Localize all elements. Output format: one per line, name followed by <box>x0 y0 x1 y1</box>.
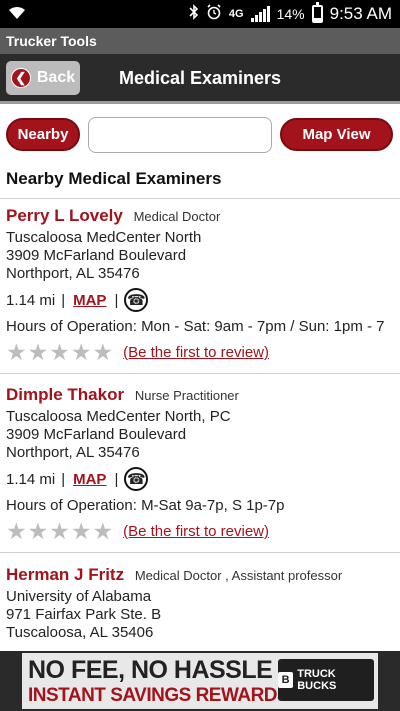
page-title: Medical Examiners <box>118 68 282 88</box>
separator: | <box>61 291 66 309</box>
hours-of-operation: Hours of Operation: M-Sat 9a-7p, S 1p-7p <box>6 497 285 514</box>
city-state-zip: Tuscaloosa, AL 35406 <box>6 624 154 641</box>
battery-icon <box>311 2 323 23</box>
divider <box>0 373 400 374</box>
divider <box>0 552 400 553</box>
rewards-card-image: B TRUCK BUCKS <box>278 659 374 701</box>
list-item[interactable]: Dimple Thakor Nurse Practitioner Tuscalo… <box>6 385 398 543</box>
street-address: 3909 McFarland Boulevard <box>6 426 187 443</box>
examiner-name[interactable]: Herman J Fritz <box>6 565 124 584</box>
map-view-button[interactable]: Map View <box>280 118 393 151</box>
city-state-zip: Northport, AL 35476 <box>6 444 140 461</box>
list-item[interactable]: Herman J Fritz Medical Doctor , Assistan… <box>6 565 398 642</box>
section-heading: Nearby Medical Examiners <box>6 169 222 188</box>
map-link[interactable]: MAP <box>73 292 106 309</box>
city-state-zip: Northport, AL 35476 <box>6 265 140 282</box>
battery-percent: 14% <box>276 6 305 22</box>
facility-name: Tuscaloosa MedCenter North, PC <box>6 408 231 425</box>
map-link[interactable]: MAP <box>73 471 106 488</box>
search-input[interactable] <box>88 117 272 153</box>
ad-banner[interactable]: NO FEE, NO HASSLE INSTANT SAVINGS REWARD… <box>0 651 400 711</box>
star-icon: ★ <box>92 518 114 544</box>
star-icon: ★ <box>6 518 27 544</box>
divider <box>0 198 400 199</box>
ad-content[interactable]: NO FEE, NO HASSLE INSTANT SAVINGS REWARD… <box>22 653 378 709</box>
nav-bar: ❮ Back Medical Examiners <box>0 54 400 104</box>
wifi-icon <box>8 5 26 26</box>
star-icon: ★ <box>49 339 70 365</box>
search-controls: Nearby Map View <box>0 115 400 157</box>
star-icon: ★ <box>49 518 70 544</box>
separator: | <box>114 470 119 488</box>
truck-bucks-logo-icon: B <box>278 672 294 688</box>
star-icon: ★ <box>70 339 92 365</box>
distance: 1.14 mi <box>6 291 56 309</box>
alarm-icon <box>206 4 222 24</box>
street-address: 3909 McFarland Boulevard <box>6 247 187 264</box>
star-icon: ★ <box>27 339 49 365</box>
nearby-button[interactable]: Nearby <box>6 118 80 151</box>
examiner-type: Medical Doctor <box>133 209 221 224</box>
distance: 1.14 mi <box>6 470 56 488</box>
status-time: 9:53 AM <box>329 4 392 23</box>
examiner-type: Medical Doctor , Assistant professor <box>134 568 343 583</box>
star-icon: ★ <box>70 518 92 544</box>
hours-of-operation: Hours of Operation: Mon - Sat: 9am - 7pm… <box>6 318 385 335</box>
separator: | <box>114 291 119 309</box>
separator: | <box>61 470 66 488</box>
lte-icon: 4G <box>228 8 244 20</box>
rating-stars[interactable]: ★ ★ ★ ★ ★ <box>6 520 113 543</box>
status-bar: 4G 14% 9:53 AM <box>0 0 400 28</box>
examiner-type: Nurse Practitioner <box>134 388 239 403</box>
examiner-name[interactable]: Dimple Thakor <box>6 385 124 404</box>
star-icon: ★ <box>6 339 27 365</box>
ad-card-label: TRUCK BUCKS <box>297 668 337 692</box>
star-icon: ★ <box>92 339 114 365</box>
rating-stars[interactable]: ★ ★ ★ ★ ★ <box>6 341 113 364</box>
signal-icon <box>250 6 270 22</box>
list-item[interactable]: Perry L Lovely Medical Doctor Tuscaloosa… <box>6 206 398 364</box>
street-address: 971 Fairfax Park Ste. B <box>6 606 162 623</box>
facility-name: Tuscaloosa MedCenter North <box>6 229 202 246</box>
star-icon: ★ <box>27 518 49 544</box>
phone-icon[interactable]: ☎ <box>124 467 149 491</box>
examiner-name[interactable]: Perry L Lovely <box>6 206 123 225</box>
facility-name: University of Alabama <box>6 588 152 605</box>
ad-headline: NO FEE, NO HASSLE <box>28 656 273 684</box>
app-title: Trucker Tools <box>0 28 400 54</box>
bluetooth-icon <box>189 4 199 24</box>
review-link[interactable]: (Be the first to review) <box>123 344 269 361</box>
phone-icon[interactable]: ☎ <box>124 288 149 312</box>
review-link[interactable]: (Be the first to review) <box>123 523 269 540</box>
